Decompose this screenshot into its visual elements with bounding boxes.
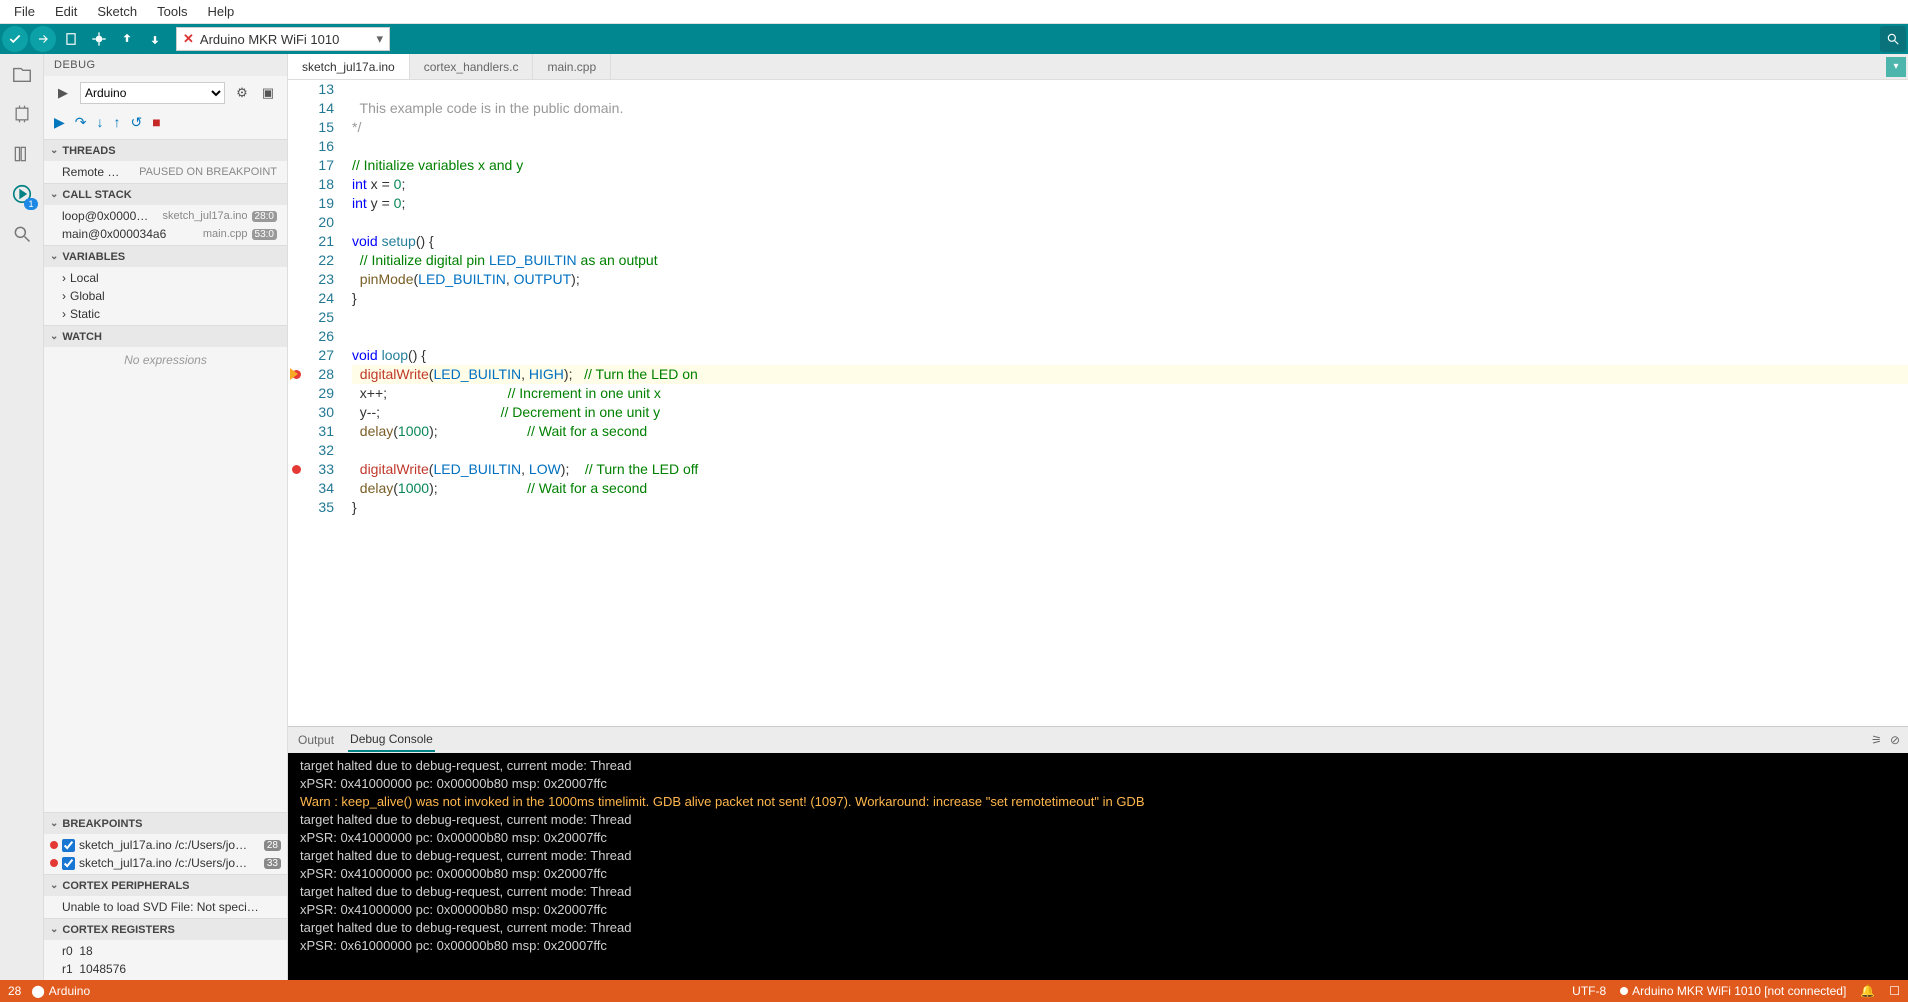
open-button[interactable]	[114, 26, 140, 52]
boards-manager-icon[interactable]	[8, 100, 36, 128]
board-selector[interactable]: ✕ Arduino MKR WiFi 1010 ▾	[176, 27, 390, 51]
notifications-icon[interactable]: 🔔	[1860, 984, 1875, 998]
editor-area: sketch_jul17a.ino cortex_handlers.c main…	[288, 54, 1908, 980]
var-scope-static[interactable]: ›Static	[44, 305, 287, 323]
clear-console-icon[interactable]: ⊘	[1890, 733, 1900, 747]
breakpoint-dot-icon	[50, 841, 58, 849]
breakpoint-dot-icon	[50, 859, 58, 867]
watch-header[interactable]: ⌄WATCH	[44, 325, 287, 347]
debug-console-icon[interactable]: ▣	[259, 84, 277, 102]
callstack-header[interactable]: ⌄CALL STACK	[44, 183, 287, 205]
debug-badge: 1	[24, 198, 37, 210]
close-panel-icon[interactable]: ☐	[1889, 984, 1900, 998]
menu-edit[interactable]: Edit	[45, 2, 87, 21]
verify-button[interactable]	[2, 26, 28, 52]
gear-icon[interactable]: ⚙	[233, 84, 251, 102]
step-over-button[interactable]: ↷	[75, 114, 87, 131]
activity-bar: 1	[0, 54, 44, 980]
debug-config-select[interactable]: Arduino	[80, 82, 225, 104]
editor-tabs: sketch_jul17a.ino cortex_handlers.c main…	[288, 54, 1908, 80]
cortex-periph-msg: Unable to load SVD File: Not speci…	[44, 898, 287, 916]
cortex-periph-header[interactable]: ⌄CORTEX PERIPHERALS	[44, 874, 287, 896]
bottom-panel: Output Debug Console ⚞ ⊘ target halted d…	[288, 726, 1908, 980]
restart-button[interactable]: ↺	[131, 114, 143, 131]
panel-title: DEBUG	[44, 54, 287, 76]
continue-button[interactable]: ▶	[54, 114, 65, 131]
plug-icon	[1620, 987, 1628, 995]
debug-panel: DEBUG ▶ Arduino ⚙ ▣ ▶ ↷ ↓ ↑ ↺ ■ ⌄THREADS…	[44, 54, 288, 980]
menu-help[interactable]: Help	[197, 2, 244, 21]
debug-console[interactable]: target halted due to debug-request, curr…	[288, 753, 1908, 980]
status-board[interactable]: Arduino MKR WiFi 1010 [not connected]	[1620, 984, 1846, 998]
step-into-button[interactable]: ↓	[97, 114, 104, 131]
debug-toolbar-button[interactable]	[86, 26, 112, 52]
tab-main-cpp[interactable]: main.cpp	[533, 54, 611, 79]
var-scope-global[interactable]: ›Global	[44, 287, 287, 305]
variables-header[interactable]: ⌄VARIABLES	[44, 245, 287, 267]
tab-menu-button[interactable]: ▾	[1886, 57, 1906, 77]
breakpoints-header[interactable]: ⌄BREAKPOINTS	[44, 812, 287, 834]
breakpoint-checkbox[interactable]	[62, 857, 75, 870]
breakpoint-checkbox[interactable]	[62, 839, 75, 852]
watch-empty: No expressions	[44, 349, 287, 371]
register-row[interactable]: r1 1048576	[44, 960, 287, 978]
menu-sketch[interactable]: Sketch	[87, 2, 147, 21]
thread-row[interactable]: Remote … PAUSED ON BREAKPOINT	[44, 163, 287, 181]
new-sketch-button[interactable]	[58, 26, 84, 52]
step-out-button[interactable]: ↑	[114, 114, 121, 131]
board-disconnected-icon: ✕	[183, 31, 194, 47]
search-icon[interactable]	[8, 220, 36, 248]
output-tab[interactable]: Output	[296, 729, 336, 751]
menu-file[interactable]: File	[4, 2, 45, 21]
var-scope-local[interactable]: ›Local	[44, 269, 287, 287]
filter-icon[interactable]: ⚞	[1871, 733, 1882, 747]
breakpoint-row[interactable]: sketch_jul17a.ino /c:/Users/jo… 33	[44, 854, 287, 872]
upload-button[interactable]	[30, 26, 56, 52]
status-line[interactable]: 28	[8, 984, 21, 998]
tab-sketch[interactable]: sketch_jul17a.ino	[288, 54, 410, 79]
serial-plotter-button[interactable]	[1880, 26, 1906, 52]
cortex-regs-header[interactable]: ⌄CORTEX REGISTERS	[44, 918, 287, 940]
threads-header[interactable]: ⌄THREADS	[44, 139, 287, 161]
library-manager-icon[interactable]	[8, 140, 36, 168]
stack-frame[interactable]: loop@0x0000… sketch_jul17a.ino 28:0	[44, 207, 287, 225]
menu-bar: File Edit Sketch Tools Help	[0, 0, 1908, 24]
save-button[interactable]	[142, 26, 168, 52]
debug-console-tab[interactable]: Debug Console	[348, 728, 435, 752]
explorer-icon[interactable]	[8, 60, 36, 88]
status-encoding[interactable]: UTF-8	[1572, 984, 1606, 998]
board-name: Arduino MKR WiFi 1010	[200, 32, 339, 47]
stop-button[interactable]: ■	[152, 114, 160, 131]
start-debug-icon[interactable]: ▶	[54, 84, 72, 102]
chevron-down-icon: ▾	[376, 31, 383, 47]
status-bar: 28 ⬤ Arduino UTF-8 Arduino MKR WiFi 1010…	[0, 980, 1908, 1002]
stack-frame[interactable]: main@0x000034a6 main.cpp 53:0	[44, 225, 287, 243]
menu-tools[interactable]: Tools	[147, 2, 197, 21]
toolbar: ✕ Arduino MKR WiFi 1010 ▾	[0, 24, 1908, 54]
debug-controls: ▶ ↷ ↓ ↑ ↺ ■	[44, 110, 287, 139]
tab-cortex-handlers[interactable]: cortex_handlers.c	[410, 54, 534, 79]
status-lang[interactable]: ⬤ Arduino	[31, 984, 90, 998]
debug-icon[interactable]: 1	[8, 180, 36, 208]
breakpoint-row[interactable]: sketch_jul17a.ino /c:/Users/jo… 28	[44, 836, 287, 854]
register-row[interactable]: r0 18	[44, 942, 287, 960]
code-editor[interactable]: 1314151617181920212223242526272829303132…	[288, 80, 1908, 726]
